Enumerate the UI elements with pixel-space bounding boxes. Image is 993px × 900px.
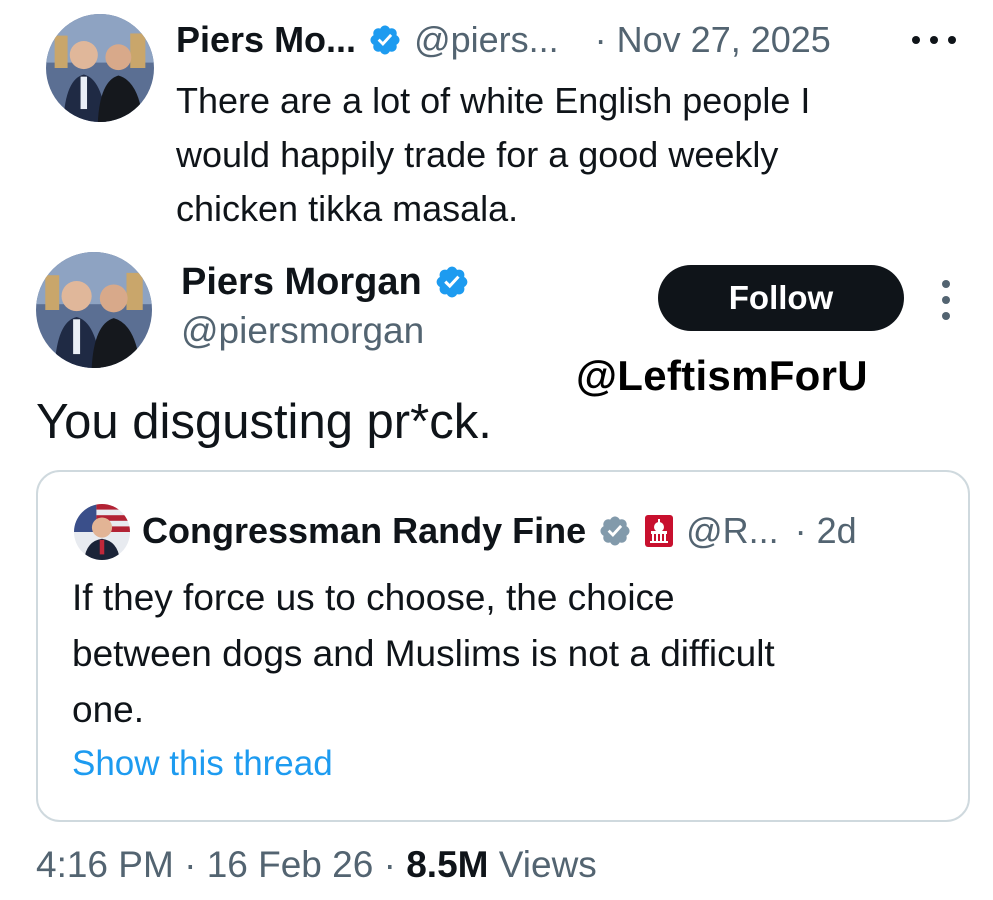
verified-badge-icon — [370, 25, 400, 55]
quote-display-name[interactable]: Congressman Randy Fine — [142, 510, 586, 552]
views-label: Views — [498, 844, 597, 885]
quote-tweet-text: If they force us to choose, the choice b… — [72, 577, 775, 730]
top-handle[interactable]: @piers... — [414, 19, 559, 61]
top-date[interactable]: · Nov 27, 2025 — [595, 19, 831, 61]
quote-tweet-card[interactable]: Congressman Randy Fine @R... · 2d If the… — [36, 470, 970, 822]
piers-avatar[interactable] — [36, 252, 152, 368]
show-thread-link[interactable]: Show this thread — [72, 744, 333, 784]
top-tweet-text: There are a lot of white English people … — [176, 80, 811, 229]
tweet-date[interactable]: 16 Feb 26 — [207, 844, 374, 885]
main-display-name[interactable]: Piers Morgan — [181, 261, 422, 304]
capitol-badge-icon — [645, 515, 674, 547]
tweet-meta: 4:16 PM · 16 Feb 26 · 8.5M Views — [36, 844, 597, 886]
meta-separator: · — [383, 844, 396, 885]
watermark-text: @LeftismForU — [576, 352, 868, 399]
follow-button[interactable]: Follow — [658, 265, 904, 331]
meta-separator: · — [184, 844, 197, 885]
quote-handle[interactable]: @R... — [686, 510, 779, 552]
more-vertical-icon[interactable] — [938, 280, 954, 320]
top-display-name[interactable]: Piers Mo... — [176, 19, 356, 61]
piers-avatar-small[interactable] — [46, 14, 154, 122]
more-horizontal-icon[interactable] — [912, 30, 956, 50]
quote-time[interactable]: · 2d — [795, 510, 857, 552]
randy-fine-avatar[interactable] — [74, 504, 130, 560]
views-count: 8.5M — [406, 844, 489, 885]
verified-gray-badge-icon — [600, 516, 630, 546]
main-tweet-text: You disgusting pr*ck. — [36, 395, 492, 449]
main-name-row: Piers Morgan — [181, 258, 470, 306]
top-tweet-header: Piers Mo... @piers... · Nov 27, 2025 — [176, 16, 831, 64]
quote-header: Congressman Randy Fine @R... · 2d — [142, 506, 857, 556]
tweet-time[interactable]: 4:16 PM — [36, 844, 174, 885]
verified-badge-icon — [436, 266, 468, 298]
main-handle[interactable]: @piersmorgan — [181, 310, 424, 352]
